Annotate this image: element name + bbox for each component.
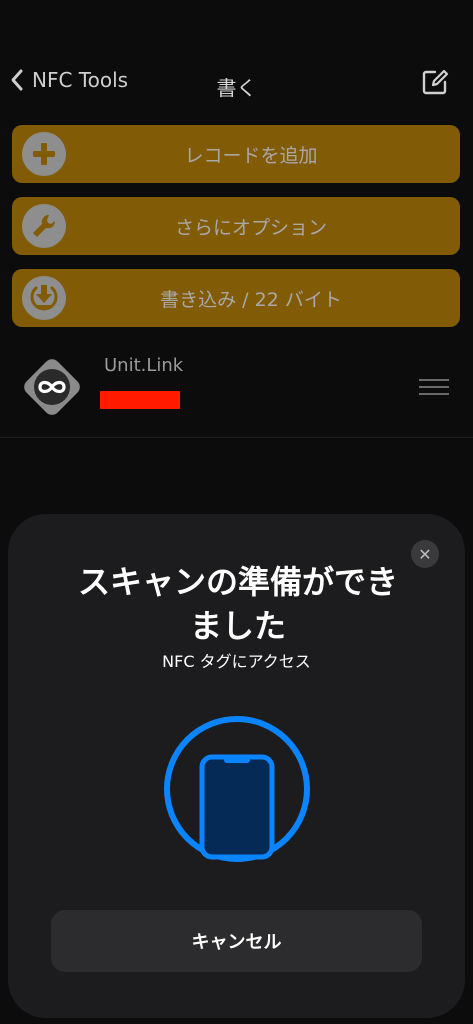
record-row[interactable]: Unit.Link [0,345,473,438]
more-options-button[interactable]: さらにオプション [12,197,460,255]
close-icon: ✕ [418,544,432,564]
cancel-button[interactable]: キャンセル [51,910,422,972]
wrench-icon [22,204,66,248]
scan-sheet: ✕ スキャンの準備ができました NFC タグにアクセス キャンセル [8,514,465,1018]
add-record-label: レコードを追加 [184,144,318,167]
navigation-bar: NFC Tools 書く [0,62,473,106]
write-label: 書き込み / 22 バイト [160,288,342,311]
edit-button[interactable] [421,68,449,100]
infinity-icon [24,359,80,415]
sheet-subtitle: NFC タグにアクセス [162,652,311,671]
add-record-button[interactable]: レコードを追加 [12,125,460,183]
phone-scan-icon [164,716,310,862]
download-icon [22,276,66,320]
close-button[interactable]: ✕ [411,540,439,568]
redaction-bar [100,391,180,409]
compose-icon [422,69,449,95]
page-title: 書く [216,76,257,100]
record-title: Unit.Link [104,355,184,376]
more-options-label: さらにオプション [174,216,327,239]
drag-handle[interactable] [419,379,449,400]
sheet-title: スキャンの準備ができました [77,563,398,645]
write-button[interactable]: 書き込み / 22 バイト [12,269,460,327]
plus-circle-icon [22,132,66,176]
